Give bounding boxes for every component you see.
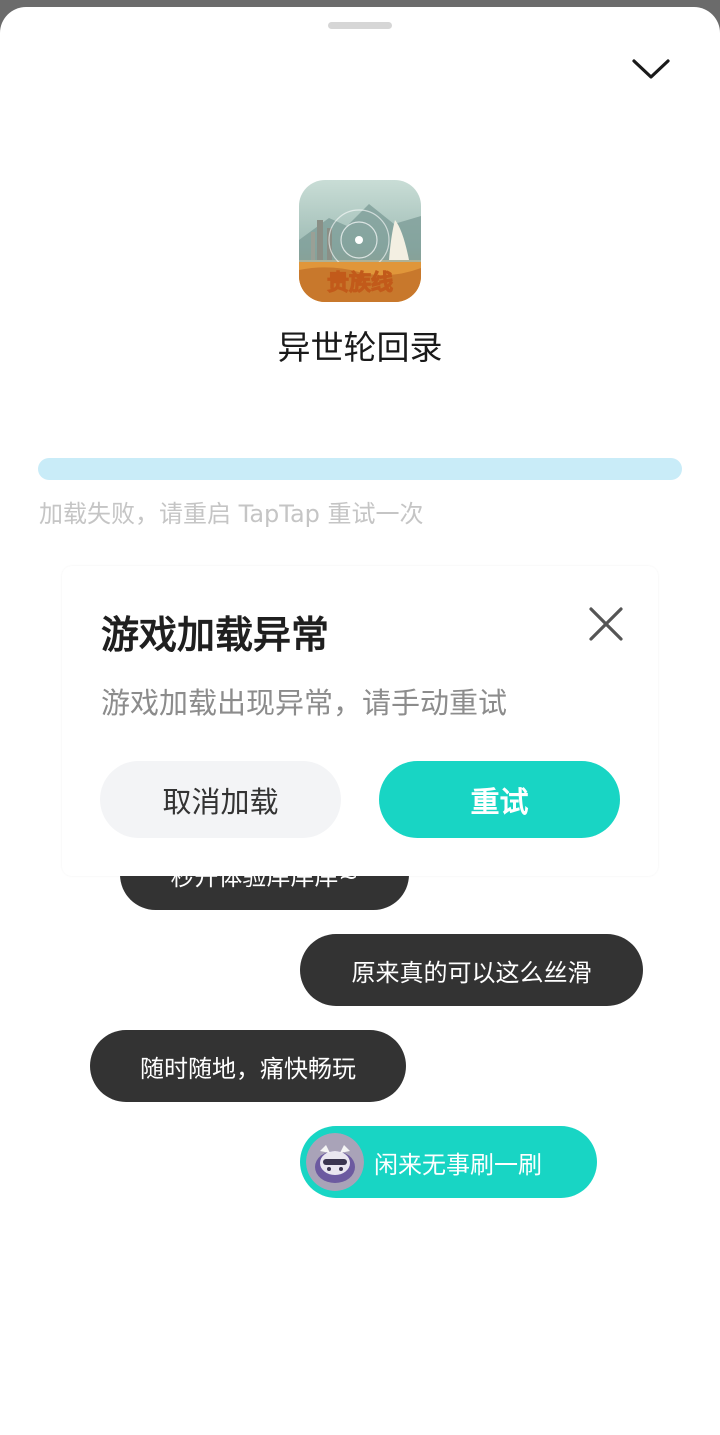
app-name: 异世轮回录: [277, 328, 443, 367]
dialog-message: 游戏加载出现异常，请手动重试: [101, 686, 508, 720]
close-icon: [589, 607, 623, 641]
chat-bubble-text: 闲来无事刷一刷: [374, 1150, 542, 1179]
chat-bubble-highlight: 闲来无事刷一刷: [300, 1126, 597, 1198]
bottom-sheet: 贵族线 异世轮回录 加载失败，请重启 TapTap 重试一次 秒开体验岸岸岸~ …: [0, 7, 720, 1435]
collapse-button[interactable]: [626, 49, 676, 89]
cancel-loading-button[interactable]: 取消加载: [100, 761, 341, 838]
avatar: [306, 1133, 364, 1191]
chat-bubble: 原来真的可以这么丝滑: [300, 934, 643, 1006]
dialog-close-button[interactable]: [584, 602, 628, 646]
chat-bubble-text: 原来真的可以这么丝滑: [351, 958, 592, 987]
load-error-dialog: 游戏加载异常 游戏加载出现异常，请手动重试 取消加载 重试: [62, 566, 658, 876]
chat-bubble: 随时随地，痛快畅玩: [90, 1030, 406, 1102]
icon-caption: 贵族线: [327, 270, 393, 296]
loading-error-message: 加载失败，请重启 TapTap 重试一次: [39, 500, 424, 528]
chat-bubble-text: 随时随地，痛快畅玩: [140, 1054, 356, 1083]
loading-progress-bar: [38, 458, 682, 480]
drag-handle[interactable]: [328, 22, 392, 29]
game-cover-icon: 贵族线: [299, 180, 421, 302]
dialog-title: 游戏加载异常: [101, 613, 330, 657]
retry-button[interactable]: 重试: [379, 761, 620, 838]
progress-fill: [38, 458, 682, 480]
chevron-down-icon: [632, 59, 670, 79]
